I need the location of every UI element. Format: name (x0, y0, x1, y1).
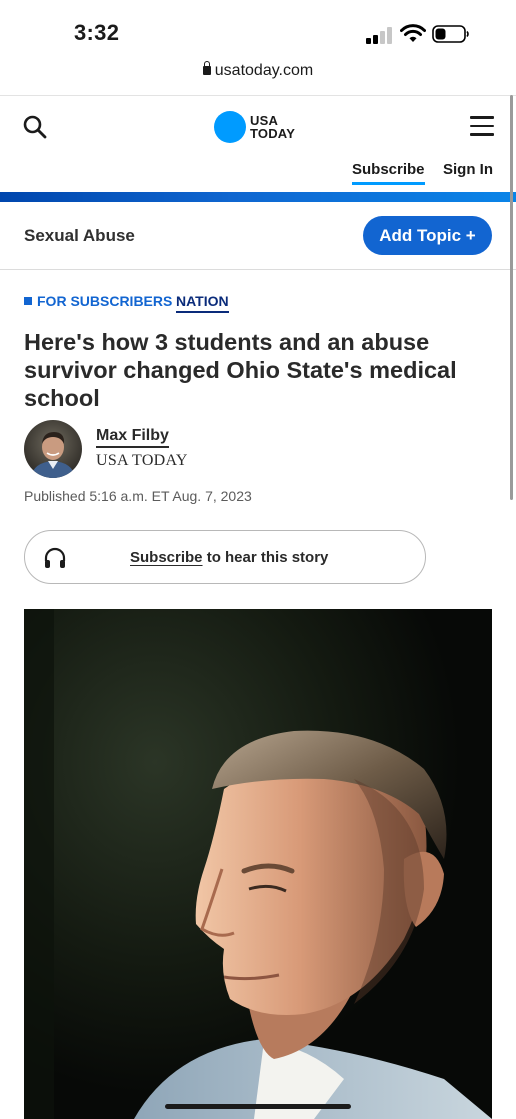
subscriber-badge-label: FOR SUBSCRIBERS (37, 293, 173, 309)
square-icon (24, 297, 32, 305)
listen-prompt: Subscribe to hear this story (130, 549, 328, 566)
published-timestamp: Published 5:16 a.m. ET Aug. 7, 2023 (24, 488, 252, 504)
author-organization: USA TODAY (96, 452, 188, 469)
logo-line-2: TODAY (250, 126, 296, 141)
add-topic-button[interactable]: Add Topic + (363, 216, 492, 255)
article-headline: Here's how 3 students and an abuse survi… (24, 329, 457, 411)
url-text: usatoday.com (214, 62, 314, 79)
home-indicator[interactable] (165, 1104, 351, 1109)
url-bar[interactable]: usatoday.com (0, 61, 516, 96)
hamburger-menu-icon[interactable] (470, 116, 494, 136)
subscribe-link[interactable]: Subscribe (352, 161, 425, 185)
wifi-icon (400, 24, 426, 42)
divider (0, 95, 516, 96)
author-avatar[interactable] (24, 420, 82, 478)
lock-icon (202, 61, 211, 75)
divider (0, 269, 516, 270)
subscriber-badge: FOR SUBSCRIBERS (24, 293, 172, 309)
cellular-signal-icon (366, 26, 394, 44)
brand-gradient-bar (0, 192, 516, 202)
status-bar: 3:32 (0, 0, 516, 62)
battery-icon (432, 25, 469, 43)
headphones-icon (44, 547, 66, 568)
search-icon[interactable] (22, 114, 48, 140)
logo-dot-icon (214, 111, 246, 143)
article-hero-image[interactable] (24, 609, 492, 1119)
listen-prompt-rest: to hear this story (202, 549, 329, 566)
usa-today-logo[interactable]: USA TODAY (214, 111, 295, 143)
scrollbar[interactable] (510, 95, 513, 500)
sign-in-link[interactable]: Sign In (443, 161, 493, 178)
section-link-nation[interactable]: NATION (176, 293, 229, 313)
status-time: 3:32 (74, 20, 120, 45)
topic-label[interactable]: Sexual Abuse (24, 226, 135, 246)
subscribe-audio-link[interactable]: Subscribe (130, 549, 203, 566)
listen-subscribe-button[interactable]: Subscribe to hear this story (24, 530, 426, 584)
logo-text: USA TODAY (250, 114, 295, 140)
author-name-link[interactable]: Max Filby (96, 427, 169, 448)
